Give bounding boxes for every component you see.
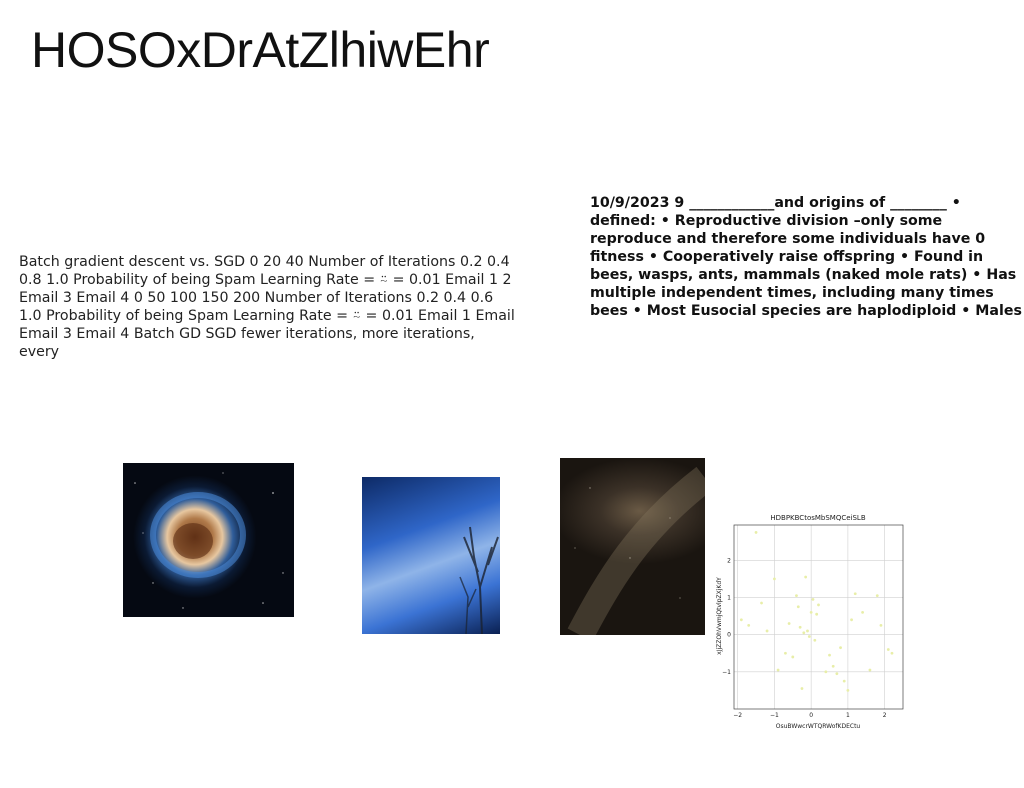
- scatter-point: [853, 592, 857, 596]
- scatter-point: [817, 603, 820, 607]
- scatter-point: [828, 653, 831, 657]
- scatter-point: [846, 689, 850, 692]
- chart-xlabel: OsuBWwcrWTQRWofKDECtu: [776, 723, 861, 730]
- scatter-point: [796, 605, 800, 609]
- x-tick-label: 2: [883, 712, 887, 719]
- scatter-point: [784, 651, 787, 655]
- x-tick-label: 0: [809, 712, 813, 719]
- eusocial-notes-text: 10/9/2023 9 ____________and origins of _…: [590, 195, 1022, 319]
- scatter-point: [776, 668, 780, 672]
- scatter-point: [800, 687, 804, 690]
- page-title: HOSOxDrAtZlhiwEhr: [31, 22, 490, 78]
- scatter-point: [804, 575, 808, 579]
- scatter-point: [739, 618, 743, 622]
- scatter-point: [773, 577, 776, 581]
- scatter-point: [754, 531, 758, 534]
- scatter-point: [765, 629, 769, 633]
- y-tick-label: 2: [727, 557, 731, 564]
- scatter-point: [886, 648, 890, 651]
- x-tick-label: −2: [733, 712, 742, 719]
- scatter-point: [879, 623, 883, 627]
- scatter-point: [875, 594, 879, 598]
- scatter-point: [798, 625, 802, 629]
- scatter-point: [868, 668, 872, 672]
- scatter-point: [787, 622, 791, 625]
- scatter-point: [813, 638, 817, 642]
- scatter-point: [806, 629, 809, 633]
- batch-gd-slide-text: Batch gradient descent vs. SGD 0 20 40 N…: [19, 254, 515, 360]
- scatter-point: [807, 635, 811, 638]
- scatter-point: [811, 597, 815, 601]
- scatter-point: [835, 672, 839, 676]
- x-tick-label: −1: [770, 712, 779, 719]
- scatter-point: [890, 651, 894, 655]
- scatter-point: [831, 664, 835, 668]
- scatter-point: [850, 618, 853, 622]
- y-tick-label: −1: [722, 669, 731, 676]
- x-tick-label: 1: [846, 712, 850, 719]
- scatter-point: [760, 601, 763, 605]
- chart-title: HDBPKBCtosMbSMQCeiSLB: [770, 514, 865, 522]
- scatter-point: [795, 594, 798, 598]
- scatter-point: [842, 679, 846, 683]
- scatter-point: [861, 610, 864, 614]
- scatter-point: [747, 623, 751, 627]
- blue-sky-image: [362, 477, 500, 634]
- scatter-point: [824, 670, 828, 674]
- scatter-chart: HDBPKBCtosMbSMQCeiSLB OsuBWwcrWTQRWofKDE…: [714, 512, 914, 732]
- milky-way-image: [560, 458, 705, 635]
- y-tick-label: 0: [727, 632, 731, 639]
- scatter-point: [839, 646, 842, 650]
- scatter-point: [809, 610, 813, 614]
- nebula-image: [123, 463, 294, 617]
- y-tick-label: 1: [727, 594, 731, 601]
- chart-ylabel: xJjZZOhVwmjQtvlpZXjKdY: [716, 577, 723, 655]
- scatter-point: [815, 612, 819, 616]
- scatter-point: [802, 631, 806, 635]
- scatter-point: [791, 655, 795, 659]
